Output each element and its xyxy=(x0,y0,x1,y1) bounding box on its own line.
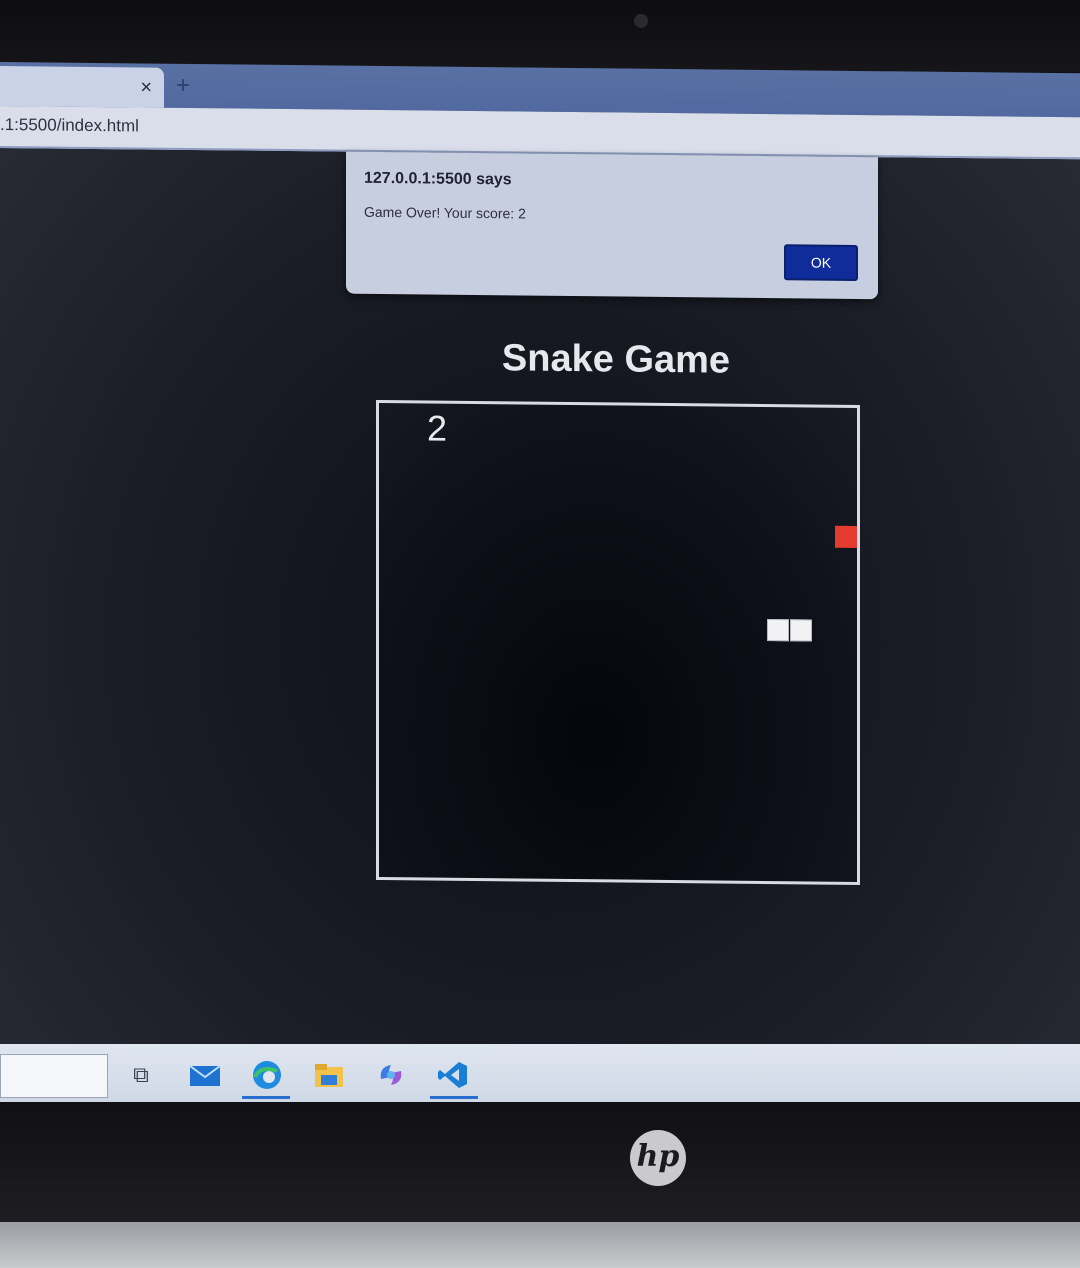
webcam xyxy=(634,14,648,28)
url-text[interactable]: .1:5500/index.html xyxy=(0,115,139,136)
active-app-indicator xyxy=(242,1096,290,1099)
taskbar: ⧉ xyxy=(0,1044,1080,1102)
monitor-bezel-top xyxy=(0,0,1080,72)
monitor-base xyxy=(0,1222,1080,1268)
dialog-title: 127.0.0.1:5500 says xyxy=(364,169,512,189)
taskbar-search-input[interactable] xyxy=(0,1054,108,1098)
screen: × + .1:5500/index.html 127.0.0.1:5500 sa… xyxy=(0,62,1080,1114)
snake-segment xyxy=(790,619,812,642)
food-cell xyxy=(835,525,857,548)
score-display: 2 xyxy=(427,407,448,449)
snake-segment xyxy=(767,619,789,642)
game-board[interactable]: 2 xyxy=(376,399,860,886)
monitor-bezel-bottom xyxy=(0,1102,1080,1222)
hp-logo: hp xyxy=(630,1130,686,1186)
close-icon[interactable]: × xyxy=(140,76,152,98)
new-tab-button[interactable]: + xyxy=(176,72,190,100)
dialog-message: Game Over! Your score: 2 xyxy=(364,203,526,222)
vscode-icon[interactable] xyxy=(436,1058,470,1092)
active-app-indicator xyxy=(430,1096,478,1099)
task-view-icon[interactable]: ⧉ xyxy=(124,1058,158,1092)
edge-icon[interactable] xyxy=(250,1058,284,1092)
page-title: Snake Game xyxy=(501,337,731,382)
browser-tab[interactable]: × xyxy=(0,66,164,108)
file-explorer-icon[interactable] xyxy=(312,1058,346,1092)
alert-dialog: 127.0.0.1:5500 says Game Over! Your scor… xyxy=(346,151,878,300)
mail-icon[interactable] xyxy=(188,1058,222,1092)
copilot-icon[interactable] xyxy=(374,1058,408,1092)
web-page: 127.0.0.1:5500 says Game Over! Your scor… xyxy=(0,148,1080,1113)
ok-button[interactable]: OK xyxy=(784,244,858,281)
